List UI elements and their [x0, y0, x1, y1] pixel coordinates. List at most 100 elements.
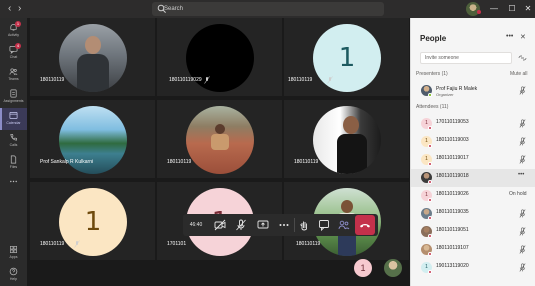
people-panel: People ••• ✕ Invite someone Presenters (…	[410, 18, 535, 286]
presence-dot	[428, 234, 432, 238]
presenter-row[interactable]: Prof Fajiu R Malek Organizer	[411, 82, 535, 100]
rail-label: Apps	[9, 255, 18, 259]
attendee-row[interactable]: 1 180110119003	[411, 133, 535, 151]
participant-name: 180110119	[294, 159, 319, 165]
file-icon	[10, 155, 17, 164]
attendee-name: 180110119017	[436, 155, 469, 161]
participant-name: 180110119	[167, 159, 192, 165]
mic-off-icon[interactable]	[519, 263, 526, 272]
rail-label: Assignments	[3, 99, 24, 103]
share-screen-icon[interactable]	[256, 218, 270, 232]
mute-all-button[interactable]: Mute all	[510, 71, 528, 78]
presence-dot	[428, 144, 432, 148]
participant-tile[interactable]: 1 180110119	[30, 182, 155, 260]
rail-item-activity[interactable]: 1 Activity	[0, 20, 27, 42]
mic-off-icon[interactable]	[519, 245, 526, 254]
camera-off-icon[interactable]	[213, 218, 227, 232]
search-placeholder: Search	[164, 6, 184, 12]
attendee-row[interactable]: 1 180110119026 On hold	[411, 187, 535, 205]
presenters-section-header[interactable]: Presenters (1)	[416, 71, 448, 78]
avatar-initial: 1	[84, 207, 102, 237]
attendee-row[interactable]: 180110119018 •••	[411, 169, 535, 187]
raise-hand-icon[interactable]	[297, 218, 311, 232]
participant-name: 1701101	[167, 241, 187, 247]
mic-off-icon[interactable]	[519, 227, 526, 236]
self-view-avatar[interactable]	[384, 259, 402, 277]
participants-icon[interactable]	[337, 218, 351, 232]
search-bar[interactable]: Search	[152, 2, 384, 16]
rail-item-apps[interactable]: Apps	[0, 242, 27, 264]
presence-dot	[428, 252, 432, 256]
participant-avatar: 1	[59, 188, 127, 256]
attendee-name: 180110119018	[436, 173, 469, 179]
call-controls: 46:40	[183, 214, 378, 236]
mic-icon[interactable]	[519, 86, 526, 95]
attendee-row[interactable]: 1 190113119020	[411, 259, 535, 277]
mic-off-icon[interactable]	[234, 218, 248, 232]
more-actions-icon[interactable]	[277, 218, 291, 232]
attendee-row[interactable]: 180110119107	[411, 241, 535, 259]
rail-label: Chat	[9, 55, 18, 59]
participant-tile[interactable]: 180110119	[30, 18, 155, 96]
maximize-button[interactable]: ☐	[505, 2, 519, 16]
attendee-row[interactable]: 1 170110119053	[411, 115, 535, 133]
rail-item-calls[interactable]: Calls	[0, 130, 27, 152]
close-window-button[interactable]: ✕	[521, 2, 535, 16]
attendee-name: 190113119020	[436, 263, 469, 269]
rail-item-more[interactable]	[0, 174, 27, 196]
attendee-name: 180110119003	[436, 137, 469, 143]
raised-hands-count[interactable]: 1	[354, 259, 372, 277]
help-icon	[9, 267, 18, 276]
rail-item-assignments[interactable]: Assignments	[0, 86, 27, 108]
mic-off-icon[interactable]	[519, 119, 526, 128]
back-button[interactable]: ‹	[8, 3, 11, 15]
attendee-name: 180110119026	[436, 191, 469, 197]
calendar-icon	[9, 111, 18, 120]
chat-icon[interactable]	[317, 218, 331, 232]
rail-item-teams[interactable]: Teams	[0, 64, 27, 86]
teams-icon	[9, 68, 18, 75]
mic-off-icon[interactable]	[519, 155, 526, 164]
presence-dot	[428, 180, 432, 184]
rail-item-chat[interactable]: 4 Chat	[0, 42, 27, 64]
participant-tile[interactable]: 180110119029	[157, 18, 282, 96]
rail-item-files[interactable]: Files	[0, 152, 27, 174]
rail-label: Teams	[8, 77, 19, 81]
panel-more-button[interactable]: •••	[506, 33, 513, 40]
participant-name: 180110119	[40, 77, 65, 83]
attendee-name: 180110119051	[436, 227, 469, 233]
attendees-section-header[interactable]: Attendees (11)	[416, 104, 448, 111]
attendee-more-button[interactable]: •••	[518, 172, 524, 178]
panel-title: People	[420, 34, 447, 43]
presence-dot	[428, 93, 432, 97]
panel-close-button[interactable]: ✕	[520, 33, 526, 41]
minimize-button[interactable]: —	[487, 2, 501, 16]
share-link-icon[interactable]	[518, 54, 527, 62]
attendee-row[interactable]: 180110119051	[411, 223, 535, 241]
hang-up-button[interactable]	[355, 215, 375, 235]
participant-tile[interactable]: 1 180110119	[284, 18, 409, 96]
participant-avatar: 1	[313, 24, 381, 92]
participant-tile[interactable]: 180110119	[284, 100, 409, 178]
attendee-name: 180110119035	[436, 209, 469, 215]
attendee-name: 170110119053	[436, 119, 469, 125]
chat-badge: 4	[15, 43, 21, 49]
divider	[294, 218, 295, 232]
app-rail: 1 Activity 4 Chat Teams Assignments Cale…	[0, 18, 27, 286]
avatar-initial: 1	[338, 43, 356, 73]
participant-tile[interactable]: 180110119	[157, 100, 282, 178]
mic-off-icon[interactable]	[519, 209, 526, 218]
invite-input[interactable]: Invite someone	[420, 52, 512, 64]
rail-item-calendar[interactable]: Calendar	[0, 108, 27, 130]
rail-item-help[interactable]: Help	[0, 264, 27, 286]
attendee-row[interactable]: 180110119035	[411, 205, 535, 223]
participant-name: 180110119	[296, 241, 321, 247]
rail-label: Calls	[9, 143, 18, 147]
participant-photo	[186, 106, 254, 174]
assignments-icon	[10, 89, 17, 98]
forward-button[interactable]: ›	[18, 3, 21, 15]
attendee-row[interactable]: 1 180110119017	[411, 151, 535, 169]
mic-off-icon[interactable]	[519, 137, 526, 146]
participant-tile[interactable]: Prof Sankalp R Kulkarni	[30, 100, 155, 178]
meeting-stage: 180110119 180110119029 1 180110119 Prof …	[27, 18, 410, 286]
